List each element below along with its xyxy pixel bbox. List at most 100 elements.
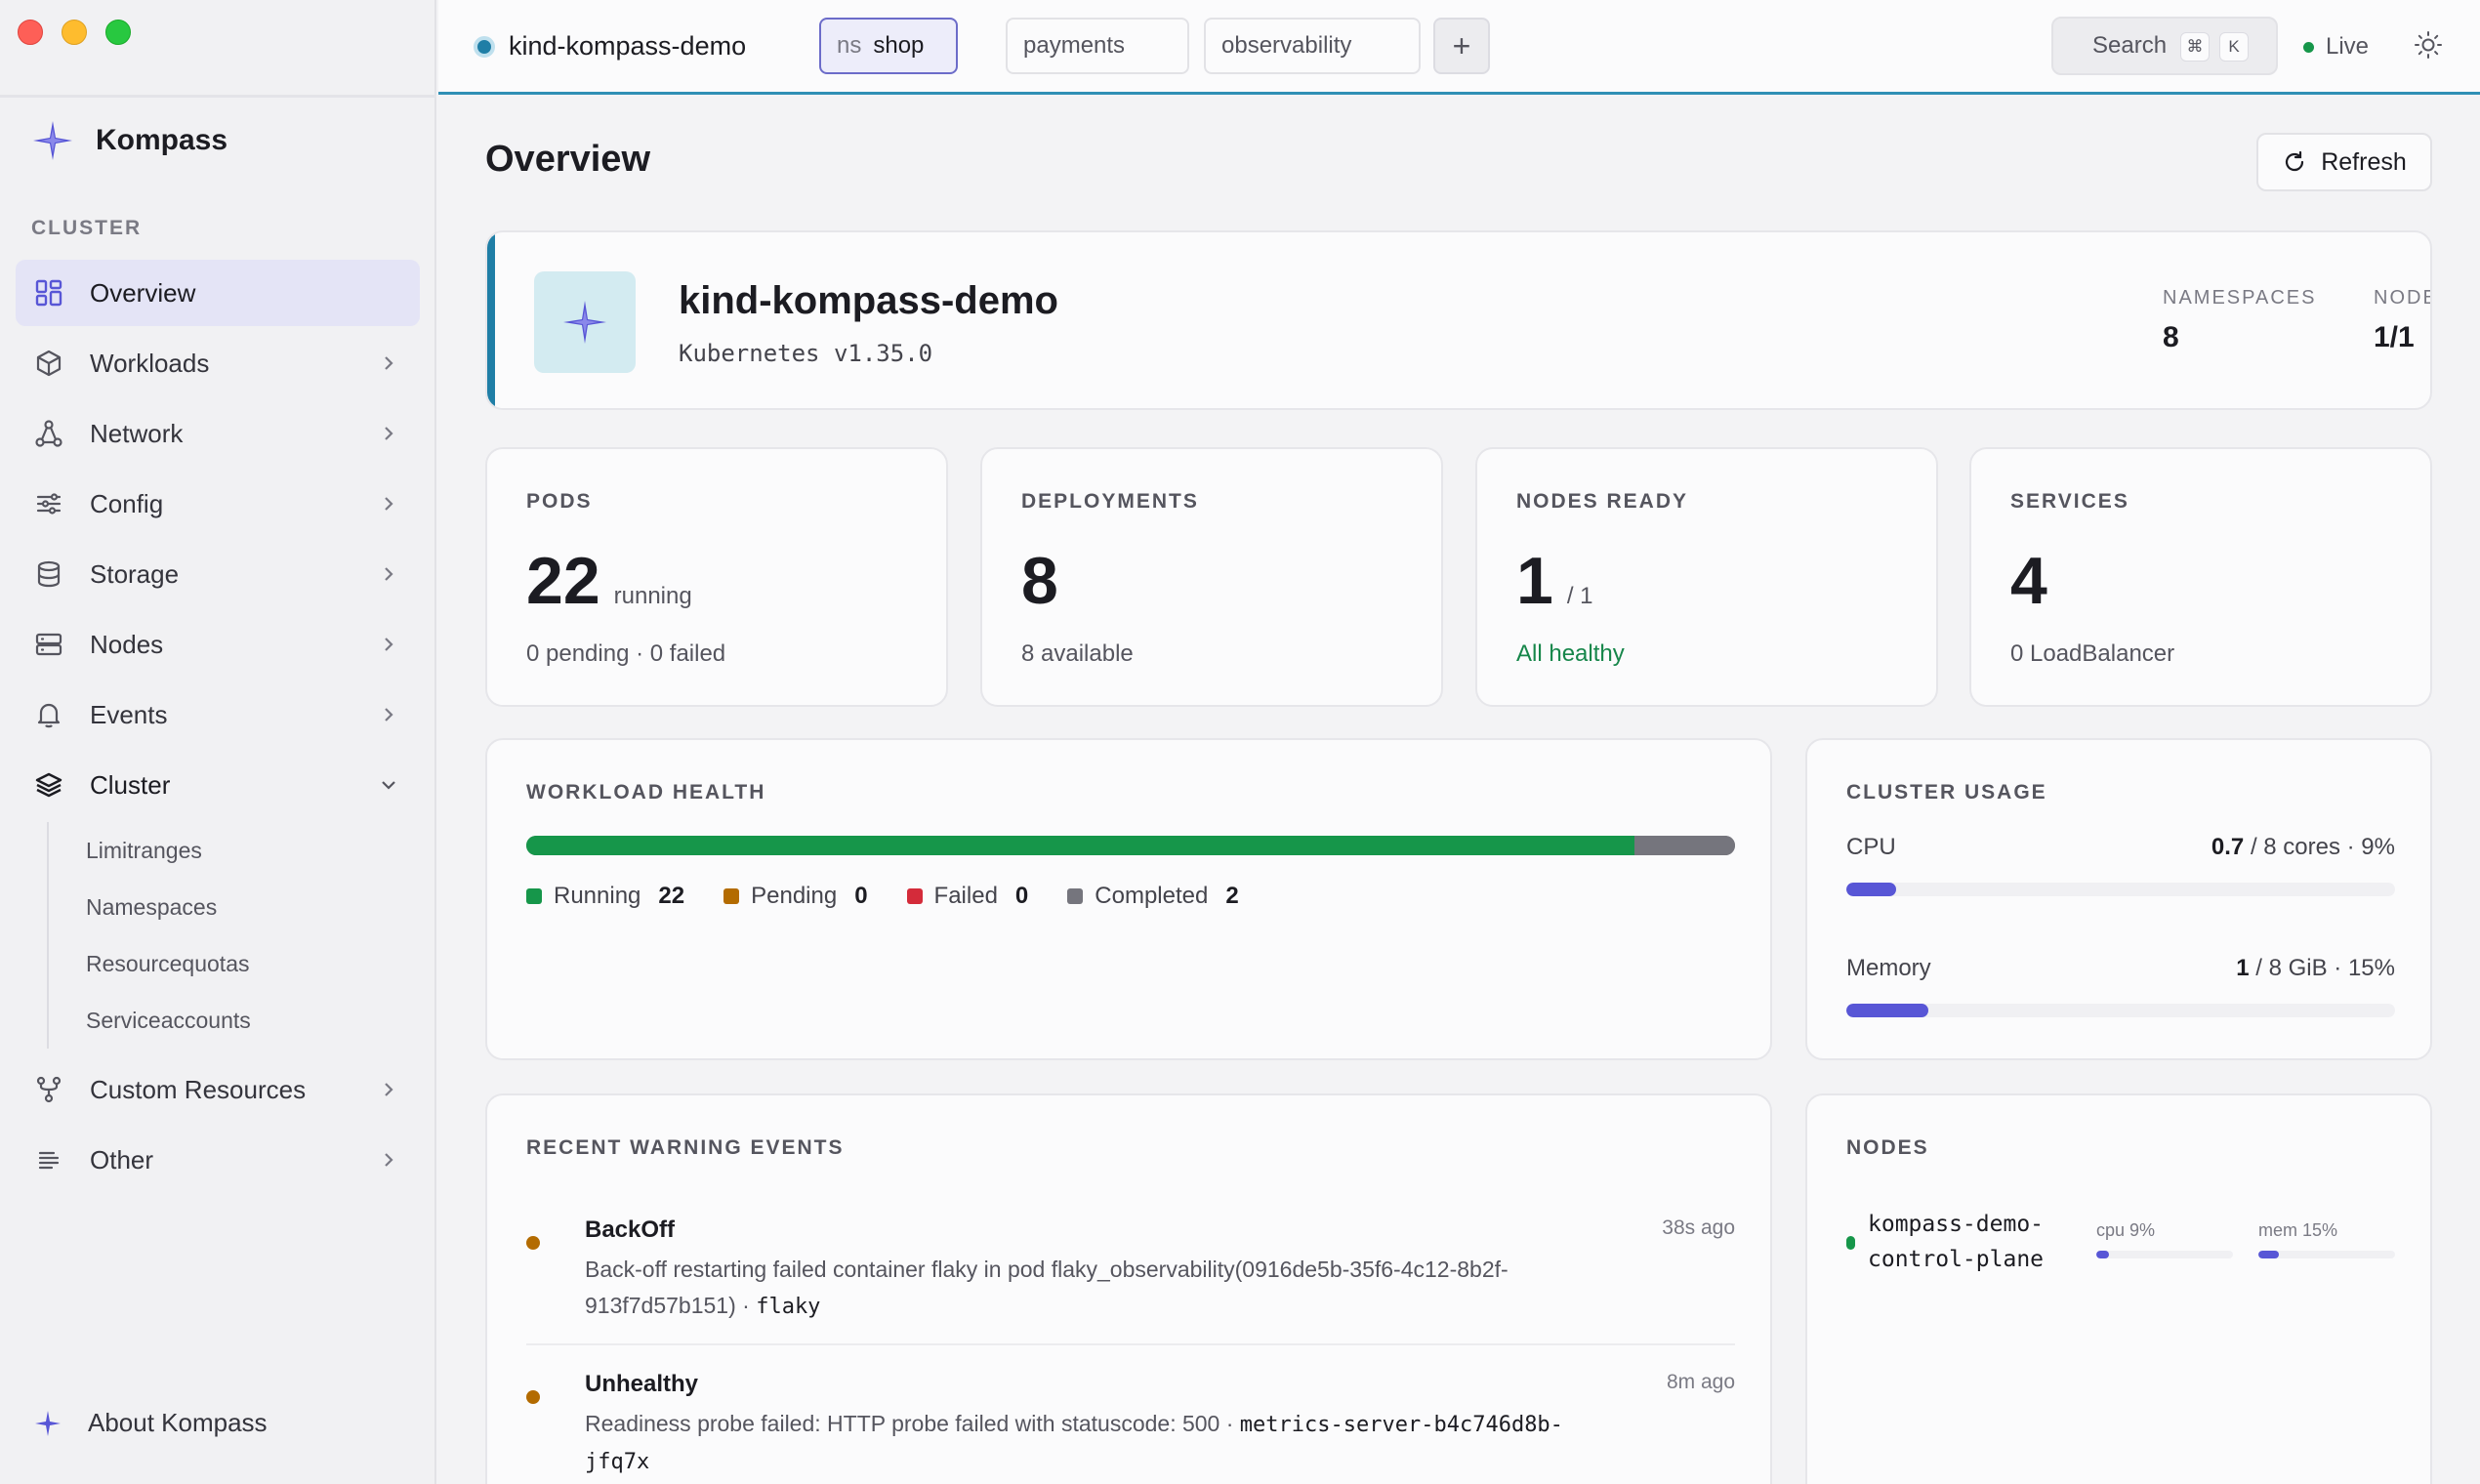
card-footnote: 0 pending · 0 failed [526, 640, 726, 667]
sidebar-item-network[interactable]: Network [16, 400, 420, 467]
grid-icon [33, 277, 64, 309]
event-item[interactable]: BackOff 38s ago Back-off restarting fail… [526, 1216, 1735, 1324]
legend-item-failed: Failed 0 [906, 883, 1028, 910]
services-value: 4 [2010, 543, 2047, 619]
maximize-window-button[interactable] [105, 20, 131, 45]
window-controls [18, 20, 131, 45]
node-mem-label: mem 15% [2258, 1220, 2338, 1240]
warning-dot [526, 1236, 540, 1250]
cpu-usage-track [1846, 883, 2395, 896]
sidebar-item-label: Other [90, 1144, 154, 1175]
nodes-ready-value: 1 / 1 [1516, 543, 1593, 619]
refresh-button[interactable]: Refresh [2256, 133, 2432, 191]
stat-label: NODES [2374, 287, 2430, 309]
refresh-label: Refresh [2321, 147, 2407, 176]
tab-label: shop [873, 32, 925, 59]
usage-label: Memory [1846, 955, 1931, 981]
add-namespace-tab-button[interactable]: + [1433, 18, 1490, 74]
sidebar-item-nodes[interactable]: Nodes [16, 611, 420, 678]
legend-label: Running [554, 883, 641, 909]
main-content: Overview Refresh kind-kompass-demo Kuber… [438, 98, 2480, 1484]
search-label: Search [2092, 32, 2168, 59]
sidebar-item-overview[interactable]: Overview [16, 260, 420, 326]
sidebar-subitem-limitranges[interactable]: Limitranges [86, 822, 420, 879]
sidebar-subitem-namespaces[interactable]: Namespaces [86, 879, 420, 935]
search-button[interactable]: Search ⌘ K [2051, 17, 2278, 75]
bell-icon [33, 699, 64, 730]
card-label: PODS [526, 490, 593, 513]
usage-value: 1 / 8 GiB · 15% [2236, 955, 2395, 982]
sidebar-item-config[interactable]: Config [16, 471, 420, 537]
node-cpu-track [2096, 1251, 2233, 1258]
legend-label: Completed [1095, 883, 1209, 909]
chevron-right-icon [385, 1153, 393, 1167]
cluster-subnav: Limitranges Namespaces Resourcequotas Se… [47, 822, 420, 1049]
namespaces-stat: NAMESPACES 8 [2163, 287, 2316, 354]
sidebar-item-events[interactable]: Events [16, 681, 420, 748]
sidebar-item-label: Custom Resources [90, 1074, 307, 1104]
memory-usage-track [1846, 1004, 2395, 1017]
event-reason: Unhealthy [585, 1371, 699, 1397]
event-message: Back-off restarting failed container fla… [585, 1252, 1620, 1325]
node-row[interactable]: kompass-demo-control-plane cpu 9% mem 15… [1846, 1207, 2395, 1285]
cluster-icon [534, 271, 636, 373]
sidebar-item-cluster[interactable]: Cluster [16, 752, 420, 818]
stat-value: 8 [2163, 321, 2179, 353]
cube-icon [33, 348, 64, 379]
live-indicator[interactable]: Live [2303, 33, 2369, 61]
legend-item-running: Running 22 [526, 883, 684, 910]
node-mem-track [2258, 1251, 2395, 1258]
deployments-card[interactable]: DEPLOYMENTS 8 8 available [980, 447, 1443, 707]
big-number: 4 [2010, 544, 2047, 618]
node-mem: mem 15% [2258, 1220, 2395, 1258]
kubernetes-version: Kubernetes v1.35.0 [679, 340, 933, 367]
tab-namespace-shop[interactable]: ns shop [819, 18, 958, 74]
sidebar-subitem-resourcequotas[interactable]: Resourcequotas [86, 935, 420, 992]
cluster-selector[interactable]: kind-kompass-demo [474, 31, 746, 62]
services-card[interactable]: SERVICES 4 0 LoadBalancer [1969, 447, 2432, 707]
node-cpu-label: cpu 9% [2096, 1220, 2156, 1240]
cpu-usage-row: CPU 0.7 / 8 cores · 9% [1846, 834, 2395, 896]
tab-label: payments [1023, 32, 1126, 59]
memory-usage-row: Memory 1 / 8 GiB · 15% [1846, 955, 2395, 1017]
legend-count: 22 [658, 883, 685, 909]
chevron-right-icon [385, 567, 393, 581]
pods-value: 22 running [526, 543, 692, 619]
brand[interactable]: Kompass [31, 119, 227, 162]
theme-toggle-button[interactable] [2413, 29, 2444, 65]
about-kompass-link[interactable]: About Kompass [33, 1408, 268, 1438]
card-label: CLUSTER USAGE [1846, 781, 2047, 804]
sidebar-item-storage[interactable]: Storage [16, 541, 420, 607]
k-key: K [2219, 32, 2249, 62]
close-window-button[interactable] [18, 20, 43, 45]
tab-namespace-observability[interactable]: observability [1204, 18, 1421, 74]
sidebar-section-title: CLUSTER [31, 217, 143, 239]
legend-swatch [526, 888, 542, 904]
sidebar-item-label: Cluster [90, 769, 171, 800]
card-footnote: 8 available [1021, 640, 1134, 667]
big-number: 1 [1516, 544, 1553, 618]
command-key: ⌘ [2180, 32, 2210, 62]
pods-card[interactable]: PODS 22 running 0 pending · 0 failed [485, 447, 948, 707]
event-item[interactable]: Unhealthy 8m ago Readiness probe failed:… [526, 1371, 1735, 1478]
sidebar-item-workloads[interactable]: Workloads [16, 330, 420, 396]
legend-label: Failed [933, 883, 998, 909]
card-label: NODES READY [1516, 490, 1689, 513]
card-label: RECENT WARNING EVENTS [526, 1136, 845, 1159]
sidebar-item-label: Nodes [90, 629, 164, 659]
big-number: 22 [526, 544, 600, 618]
sidebar-item-other[interactable]: Other [16, 1127, 420, 1193]
tab-namespace-payments[interactable]: payments [1006, 18, 1189, 74]
minimize-window-button[interactable] [62, 20, 87, 45]
cluster-name: kind-kompass-demo [509, 31, 747, 61]
sidebar-nav: Overview Workloads Network Config Storag… [16, 260, 420, 1197]
lines-icon [33, 1144, 64, 1175]
nodes-ready-card[interactable]: NODES READY 1 / 1 All healthy [1475, 447, 1938, 707]
event-object[interactable]: flaky [756, 1295, 820, 1319]
node-cpu: cpu 9% [2096, 1220, 2233, 1258]
sliders-icon [33, 488, 64, 519]
legend-count: 2 [1225, 883, 1239, 909]
sidebar-item-custom-resources[interactable]: Custom Resources [16, 1056, 420, 1123]
top-bar: kind-kompass-demo ns shop payments obser… [438, 0, 2480, 95]
sidebar-subitem-serviceaccounts[interactable]: Serviceaccounts [86, 992, 420, 1049]
